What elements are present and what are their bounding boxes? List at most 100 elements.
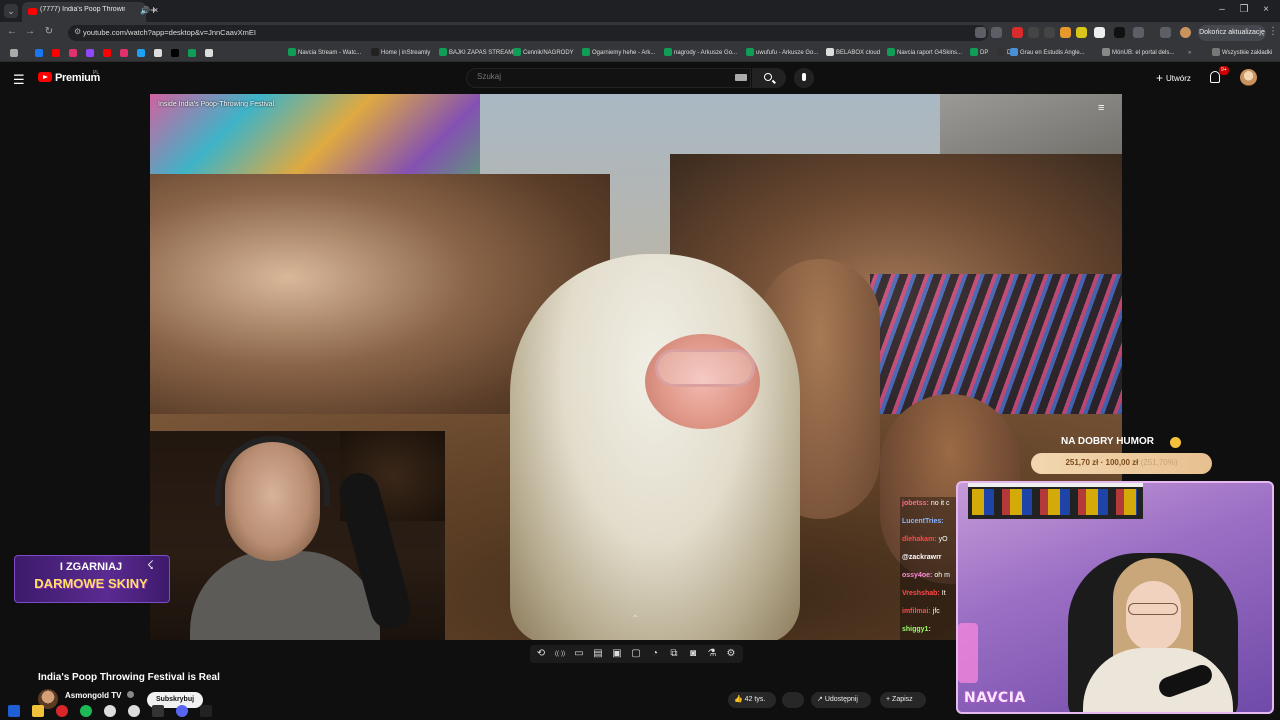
minimize-icon[interactable]: – xyxy=(1214,4,1230,15)
bookmark-favicon-icon xyxy=(997,48,1005,57)
window-icon[interactable]: ▢ xyxy=(630,648,642,660)
extension-icon[interactable] xyxy=(1060,27,1071,38)
camera-icon[interactable]: ◙ xyxy=(687,648,699,660)
bookmark-star-icon[interactable] xyxy=(991,27,1002,38)
player-overlay-title[interactable]: Inside India's Poop-Throwing Festival xyxy=(158,101,274,108)
address-url[interactable]: youtube.com/watch?app=desktop&v=JnnCaavX… xyxy=(83,28,256,37)
window-close-icon[interactable]: × xyxy=(1258,4,1274,15)
spotify-icon[interactable] xyxy=(80,705,92,717)
bookmark-link[interactable]: Cennik/NAGRODY xyxy=(513,47,574,59)
extension-icon[interactable] xyxy=(1114,27,1125,38)
dislike-button[interactable] xyxy=(782,692,804,708)
extension-icon[interactable] xyxy=(1012,27,1023,38)
youtube-icon xyxy=(28,8,37,15)
extension-icon[interactable] xyxy=(1076,27,1087,38)
channel-name[interactable]: Asmongold TV xyxy=(65,691,121,700)
extensions-puzzle-icon[interactable] xyxy=(1133,27,1144,38)
bookmark-link[interactable]: BAJKI ZAPAS STREAM xyxy=(439,47,513,59)
speaker-icon[interactable]: 🔊 xyxy=(140,6,150,15)
apps-grid-icon[interactable] xyxy=(10,49,18,57)
chrome-profile-icon[interactable] xyxy=(128,705,140,717)
gear-icon[interactable]: ⚙ xyxy=(725,648,737,660)
capcut-icon[interactable] xyxy=(200,705,212,717)
obs-icon[interactable] xyxy=(152,705,164,717)
bookmark-link[interactable]: Navcia raport G4Skins... xyxy=(887,47,962,59)
windows-start-icon[interactable] xyxy=(8,705,20,717)
opera-icon[interactable] xyxy=(56,705,68,717)
keyboard-icon[interactable] xyxy=(735,74,747,81)
search-input[interactable] xyxy=(477,72,727,81)
bookmark-favicon-icon[interactable] xyxy=(171,49,179,57)
site-info-icon[interactable]: ⚙ xyxy=(74,27,81,36)
chat-message: jobetss: no it c xyxy=(902,500,950,507)
bookmark-favicon-icon[interactable] xyxy=(52,49,60,57)
restore-icon[interactable]: ❐ xyxy=(1236,4,1252,15)
update-button[interactable]: Dokończ aktualizację xyxy=(1198,25,1266,41)
reload-icon[interactable]: ↻ xyxy=(42,26,56,37)
bookmark-favicon-icon[interactable] xyxy=(35,49,43,57)
forward-icon[interactable]: → xyxy=(23,26,37,37)
bookmark-link[interactable]: Ogarniemy hehe - Ark... xyxy=(582,47,655,59)
bookmark-link[interactable]: nagrody - Arkusze Go... xyxy=(664,47,737,59)
bookmark-label: nagrody - Arkusze Go... xyxy=(674,50,738,56)
search-box[interactable] xyxy=(466,68,751,88)
profile-avatar[interactable] xyxy=(1180,27,1191,38)
subtitles-icon[interactable]: ▤ xyxy=(592,648,604,660)
bookmark-link[interactable]: BELABOX cloud xyxy=(826,47,880,59)
broadcast-icon[interactable]: ((·)) xyxy=(554,648,566,660)
discord-icon[interactable] xyxy=(176,705,188,717)
browser-tab-active[interactable]: (7777) India's Poop Throwing 🔊 × xyxy=(22,2,158,22)
kebab-menu-icon[interactable]: ⋮ xyxy=(1266,26,1280,37)
bookmark-favicon-icon[interactable] xyxy=(86,49,94,57)
extension-icon[interactable] xyxy=(1028,27,1039,38)
all-bookmarks-link[interactable]: Wszystkie zakładki xyxy=(1212,47,1272,59)
sidebar-icon[interactable] xyxy=(1160,27,1171,38)
bookmark-link[interactable]: Navcia Stream - Watc... xyxy=(288,47,361,59)
lab-icon[interactable]: ⚗ xyxy=(706,648,718,660)
save-button[interactable]: + Zapisz xyxy=(880,692,926,708)
bookmark-link[interactable]: uwufufu - Arkusze Go... xyxy=(746,47,818,59)
playlist-menu-icon[interactable]: ≡ xyxy=(1098,102,1104,114)
back-icon[interactable]: ← xyxy=(5,26,19,37)
bookmark-favicon-icon[interactable] xyxy=(154,49,162,57)
bookmark-favicon-icon xyxy=(826,48,834,57)
bookmark-favicon-icon[interactable] xyxy=(205,49,213,57)
bookmark-link[interactable]: DP xyxy=(970,47,988,59)
youtube-logo-icon[interactable] xyxy=(38,72,52,82)
all-bookmarks-label: Wszystkie zakładki xyxy=(1222,50,1273,56)
file-explorer-icon[interactable] xyxy=(32,705,44,717)
loop-icon[interactable]: ⟲ xyxy=(535,648,547,660)
extension-icon[interactable] xyxy=(1044,27,1055,38)
bookmark-favicon-icon[interactable] xyxy=(120,49,128,57)
bookmark-favicon-icon[interactable] xyxy=(103,49,111,57)
bookmark-favicon-icon[interactable] xyxy=(137,49,145,57)
bookmarks-overflow-icon[interactable]: » xyxy=(1188,47,1191,59)
screen-icon[interactable]: ▭ xyxy=(573,648,585,660)
bookmark-favicon-icon[interactable] xyxy=(69,49,77,57)
new-tab-button[interactable]: + xyxy=(150,3,157,17)
user-avatar[interactable] xyxy=(1240,69,1257,86)
create-button[interactable]: + Utwórz xyxy=(1150,69,1202,87)
chat-text: no it c xyxy=(930,500,950,507)
speed-icon[interactable]: ◔ xyxy=(649,648,661,660)
bookmark-favicon-icon xyxy=(970,48,978,57)
bookmark-link[interactable]: Grau en Estudis Angle... xyxy=(1010,47,1085,59)
install-app-icon[interactable] xyxy=(975,27,986,38)
bookmark-favicon-icon[interactable] xyxy=(188,49,196,57)
bookmark-link[interactable]: Home | inStreamly xyxy=(371,47,430,59)
chevron-up-icon[interactable]: ⌃ xyxy=(631,614,639,625)
tab-search-button[interactable]: ⌄ xyxy=(4,4,18,18)
chrome-icon[interactable] xyxy=(104,705,116,717)
voice-search-button[interactable] xyxy=(794,68,814,88)
extension-icon[interactable] xyxy=(1094,27,1105,38)
like-button[interactable]: 👍 42 tys. xyxy=(728,692,776,708)
bookmark-favicon-icon xyxy=(746,48,754,57)
pip-icon[interactable]: ⧉ xyxy=(668,648,680,660)
crop-icon[interactable]: ▣ xyxy=(611,648,623,660)
bookmark-link[interactable]: MónUB: el portal dels... xyxy=(1102,47,1174,59)
share-button[interactable]: ↗ Udostępnij xyxy=(811,692,871,708)
hamburger-menu-icon[interactable]: ☰ xyxy=(13,72,25,88)
address-bar[interactable]: ⚙ youtube.com/watch?app=desktop&v=JnnCaa… xyxy=(68,25,988,41)
chat-message: shiggy1: xyxy=(902,626,933,633)
search-button[interactable] xyxy=(752,68,786,88)
